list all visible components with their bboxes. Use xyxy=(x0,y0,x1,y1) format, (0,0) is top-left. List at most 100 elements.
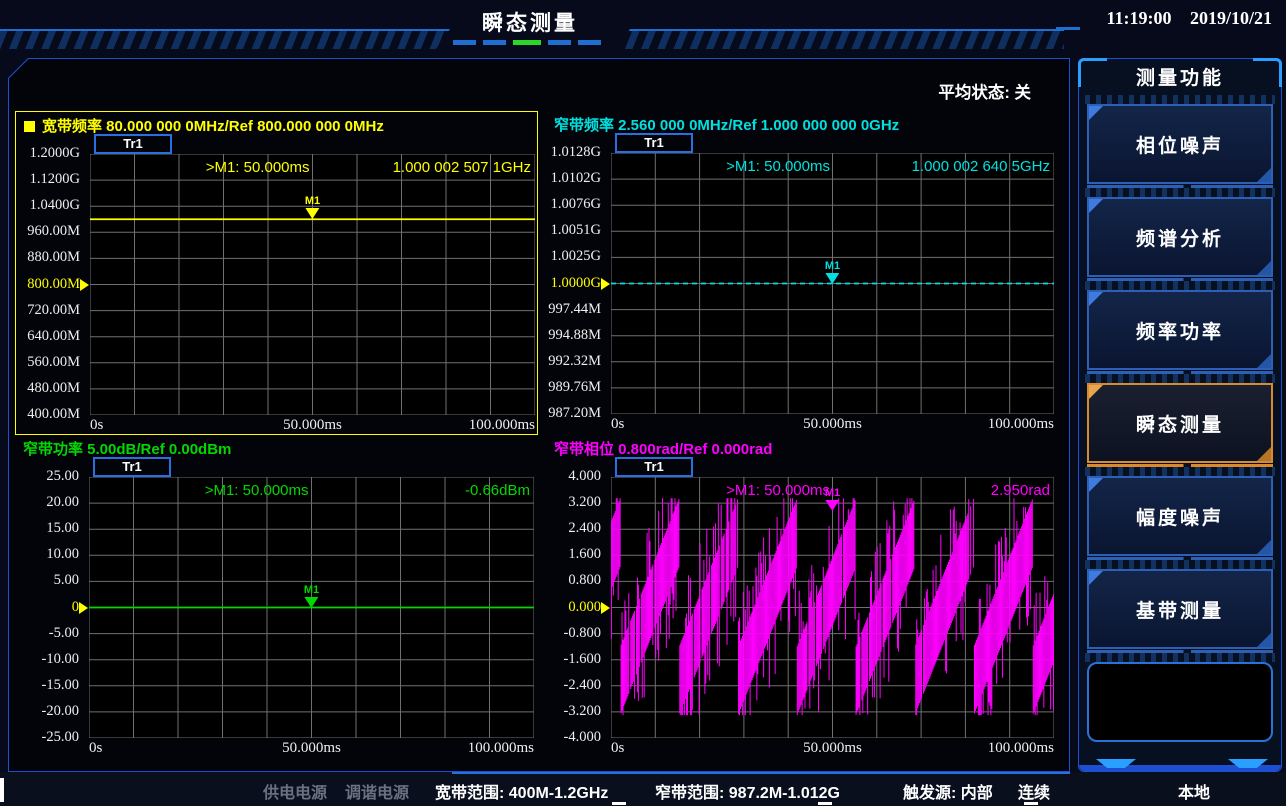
sidebar: 测量功能 相位噪声频谱分析频率功率瞬态测量幅度噪声基带测量 xyxy=(1078,58,1282,772)
x-axis-tick: 0s xyxy=(90,417,103,434)
trace-tab[interactable]: Tr1 xyxy=(615,133,693,153)
sidebar-button-spectrum-analysis[interactable]: 频谱分析 xyxy=(1087,197,1273,277)
y-axis-tick: 987.20M xyxy=(546,405,601,422)
x-axis-tick: 0s xyxy=(611,740,624,757)
sidebar-separator xyxy=(1085,281,1275,290)
trace-tab[interactable]: Tr1 xyxy=(93,457,171,477)
clock-time: 11:19:00 xyxy=(1106,8,1171,28)
status-bar-tick xyxy=(612,802,626,805)
y-axis-tick: 480.00M xyxy=(16,380,80,397)
main-panel-inner: 平均状态: 关 宽带频率 80.000 000 0MHz/Ref 800.000… xyxy=(9,59,1069,771)
x-axis-tick: 0s xyxy=(611,416,624,433)
m1-marker-triangle xyxy=(305,597,319,608)
marker-readout-time: >M1: 50.000ms xyxy=(205,477,309,503)
title-underline xyxy=(453,40,601,45)
x-axis-tick: 50.000ms xyxy=(282,740,341,757)
y-axis-tick: 10.00 xyxy=(15,546,79,563)
y-axis-tick: 0 xyxy=(15,599,79,616)
trace-tab[interactable]: Tr1 xyxy=(615,457,693,477)
sidebar-button-transient-measurement[interactable]: 瞬态测量 xyxy=(1087,383,1273,463)
chart-panel-narrowband-phase[interactable]: 窄带相位 0.800rad/Ref 0.000radTr1>M1: 50.000… xyxy=(546,435,1070,761)
chart-title-text: 窄带功率 5.00dB/Ref 0.00dBm xyxy=(23,441,231,458)
x-axis-tick: 50.000ms xyxy=(283,417,342,434)
y-axis-tick: 989.76M xyxy=(546,379,601,396)
y-axis-tick: 1.0025G xyxy=(546,248,601,265)
status-bar: 供电电源调谐电源宽带范围: 400M-1.2GHz窄带范围: 987.2M-1.… xyxy=(0,772,1286,806)
chart-panel-narrowband-power[interactable]: 窄带功率 5.00dB/Ref 0.00dBmTr1 >M1: 50.000ms -… xyxy=(15,435,538,761)
top-decoration-left xyxy=(0,29,450,49)
y-axis-tick: 1.0128G xyxy=(546,144,601,161)
sidebar-button-frequency-power[interactable]: 频率功率 xyxy=(1087,290,1273,370)
ref-level-arrow xyxy=(601,278,610,290)
clock: 11:19:00 2019/10/21 xyxy=(1092,8,1272,29)
plot-area[interactable]: >M1: 50.000ms1.000 002 640 5GHz xyxy=(611,153,1054,414)
y-axis-tick: 720.00M xyxy=(16,302,80,319)
status-power-supply: 供电电源 xyxy=(263,779,327,803)
chart-title-text: 窄带相位 0.800rad/Ref 0.000rad xyxy=(554,441,772,458)
y-axis-tick: -25.00 xyxy=(15,729,79,746)
underline-dash xyxy=(548,40,571,45)
instrument-screen: 瞬态测量 11:19:00 2019/10/21 平均状态: 关 宽带频率 80… xyxy=(0,0,1286,806)
y-axis-tick: 20.00 xyxy=(15,494,79,511)
y-axis-tick: -4.000 xyxy=(546,729,601,746)
x-axis-tick: 100.000ms xyxy=(469,417,535,434)
plot-grid-and-trace xyxy=(90,154,535,415)
sidebar-button-baseband-measurement[interactable]: 基带测量 xyxy=(1087,569,1273,649)
m1-marker[interactable]: M1 xyxy=(305,196,320,219)
sidebar-button-amplitude-noise[interactable]: 幅度噪声 xyxy=(1087,476,1273,556)
y-axis-tick: 1.0400G xyxy=(16,197,80,214)
sidebar-button-phase-noise[interactable]: 相位噪声 xyxy=(1087,104,1273,184)
y-axis-tick: 25.00 xyxy=(15,468,79,485)
sidebar-button-label: 频谱分析 xyxy=(1136,224,1224,251)
m1-marker[interactable]: M1 xyxy=(825,261,840,284)
chart-grid: 宽带频率 80.000 000 0MHz/Ref 800.000 000 0MH… xyxy=(9,59,1069,771)
sidebar-buttons: 相位噪声频谱分析频率功率瞬态测量幅度噪声基带测量 xyxy=(1079,95,1281,742)
clock-accent-dash xyxy=(1056,27,1080,30)
m1-marker[interactable]: M1 xyxy=(825,488,840,511)
m1-marker-label: M1 xyxy=(825,261,840,272)
main-panel: 平均状态: 关 宽带频率 80.000 000 0MHz/Ref 800.000… xyxy=(8,58,1070,772)
sidebar-separator xyxy=(1085,467,1275,476)
plot-area[interactable]: >M1: 50.000ms2.950rad xyxy=(611,477,1054,738)
page-title: 瞬态测量 xyxy=(448,7,612,37)
y-axis-tick: 1.2000G xyxy=(16,145,80,162)
y-axis-tick: 997.44M xyxy=(546,301,601,318)
x-axis-tick: 100.000ms xyxy=(988,416,1054,433)
plot-area[interactable]: >M1: 50.000ms -0.66dBm xyxy=(89,477,534,738)
x-axis-tick: 50.000ms xyxy=(803,416,862,433)
marker-readout-value: 2.950rad xyxy=(991,477,1050,503)
y-axis-tick: -3.200 xyxy=(546,703,601,720)
y-axis-tick: 400.00M xyxy=(16,406,80,423)
sidebar-button-label: 相位噪声 xyxy=(1136,131,1224,158)
clock-date: 2019/10/21 xyxy=(1190,8,1272,28)
plot-area[interactable]: >M1: 50.000ms1.000 002 507 1GHz xyxy=(90,154,535,415)
sidebar-empty-slot[interactable] xyxy=(1087,662,1273,742)
trace-tab[interactable]: Tr1 xyxy=(94,134,172,154)
chart-title: 窄带功率 5.00dB/Ref 0.00dBm xyxy=(23,438,231,459)
m1-marker-label: M1 xyxy=(304,585,319,596)
m1-marker[interactable]: M1 xyxy=(304,585,319,608)
status-wideband-range: 宽带范围: 400M-1.2GHz xyxy=(435,779,608,803)
marker-readout-value: -0.66dBm xyxy=(465,477,530,503)
y-axis-tick: -10.00 xyxy=(15,651,79,668)
x-axis-tick: 100.000ms xyxy=(468,740,534,757)
underline-dash xyxy=(453,40,476,45)
y-axis-tick: -0.800 xyxy=(546,625,601,642)
y-axis-tick: 1.1200G xyxy=(16,171,80,188)
selected-indicator-square xyxy=(24,121,35,132)
chart-panel-narrowband-frequency[interactable]: 窄带频率 2.560 000 0MHz/Ref 1.000 000 000 0G… xyxy=(546,111,1070,435)
y-axis-tick: 3.200 xyxy=(546,494,601,511)
ref-level-arrow xyxy=(601,602,610,614)
y-axis-tick: 880.00M xyxy=(16,249,80,266)
x-axis-tick: 100.000ms xyxy=(988,740,1054,757)
chart-title: 窄带频率 2.560 000 0MHz/Ref 1.000 000 000 0G… xyxy=(554,114,899,135)
sidebar-separator xyxy=(1085,374,1275,383)
marker-readout-value: 1.000 002 507 1GHz xyxy=(393,154,531,180)
y-axis-tick: 0.000 xyxy=(546,599,601,616)
underline-dash xyxy=(578,40,601,45)
x-axis-tick: 0s xyxy=(89,740,102,757)
chart-panel-wideband-frequency[interactable]: 宽带频率 80.000 000 0MHz/Ref 800.000 000 0MH… xyxy=(15,111,538,435)
m1-marker-label: M1 xyxy=(825,488,840,499)
status-bar-accent-line xyxy=(452,772,1070,774)
marker-readout-time: >M1: 50.000ms xyxy=(726,153,830,179)
